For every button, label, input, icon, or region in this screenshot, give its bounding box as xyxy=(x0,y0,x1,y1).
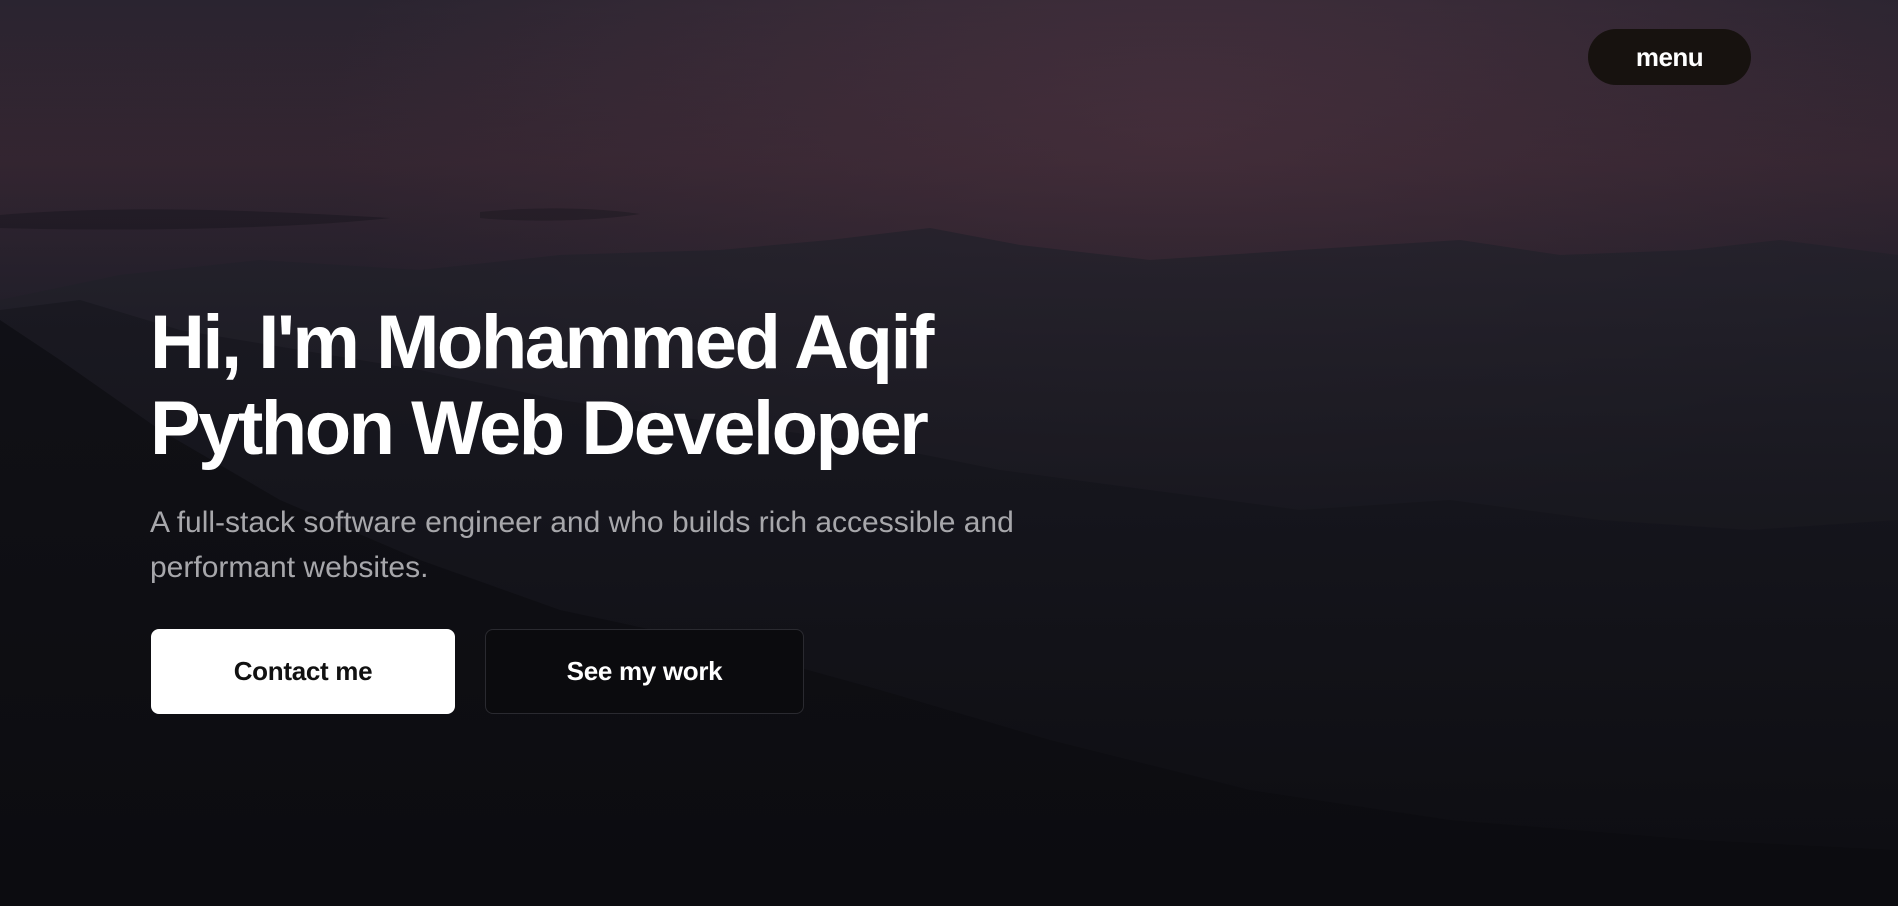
headline-greeting: Hi, I'm Mohammed Aqif xyxy=(150,300,934,385)
hero-section: menu Hi, I'm Mohammed Aqif Python Web De… xyxy=(0,0,1898,906)
hero-content: Hi, I'm Mohammed Aqif Python Web Develop… xyxy=(150,300,1110,590)
contact-me-button[interactable]: Contact me xyxy=(151,629,455,714)
hero-actions: Contact me See my work xyxy=(151,629,804,714)
see-my-work-button[interactable]: See my work xyxy=(485,629,804,714)
hero-subtitle: A full-stack software engineer and who b… xyxy=(150,506,1014,584)
headline-role: Python Web Developer xyxy=(150,386,929,471)
hero-headline: Hi, I'm Mohammed Aqif Python Web Develop… xyxy=(150,300,1110,472)
menu-button[interactable]: menu xyxy=(1588,29,1751,85)
